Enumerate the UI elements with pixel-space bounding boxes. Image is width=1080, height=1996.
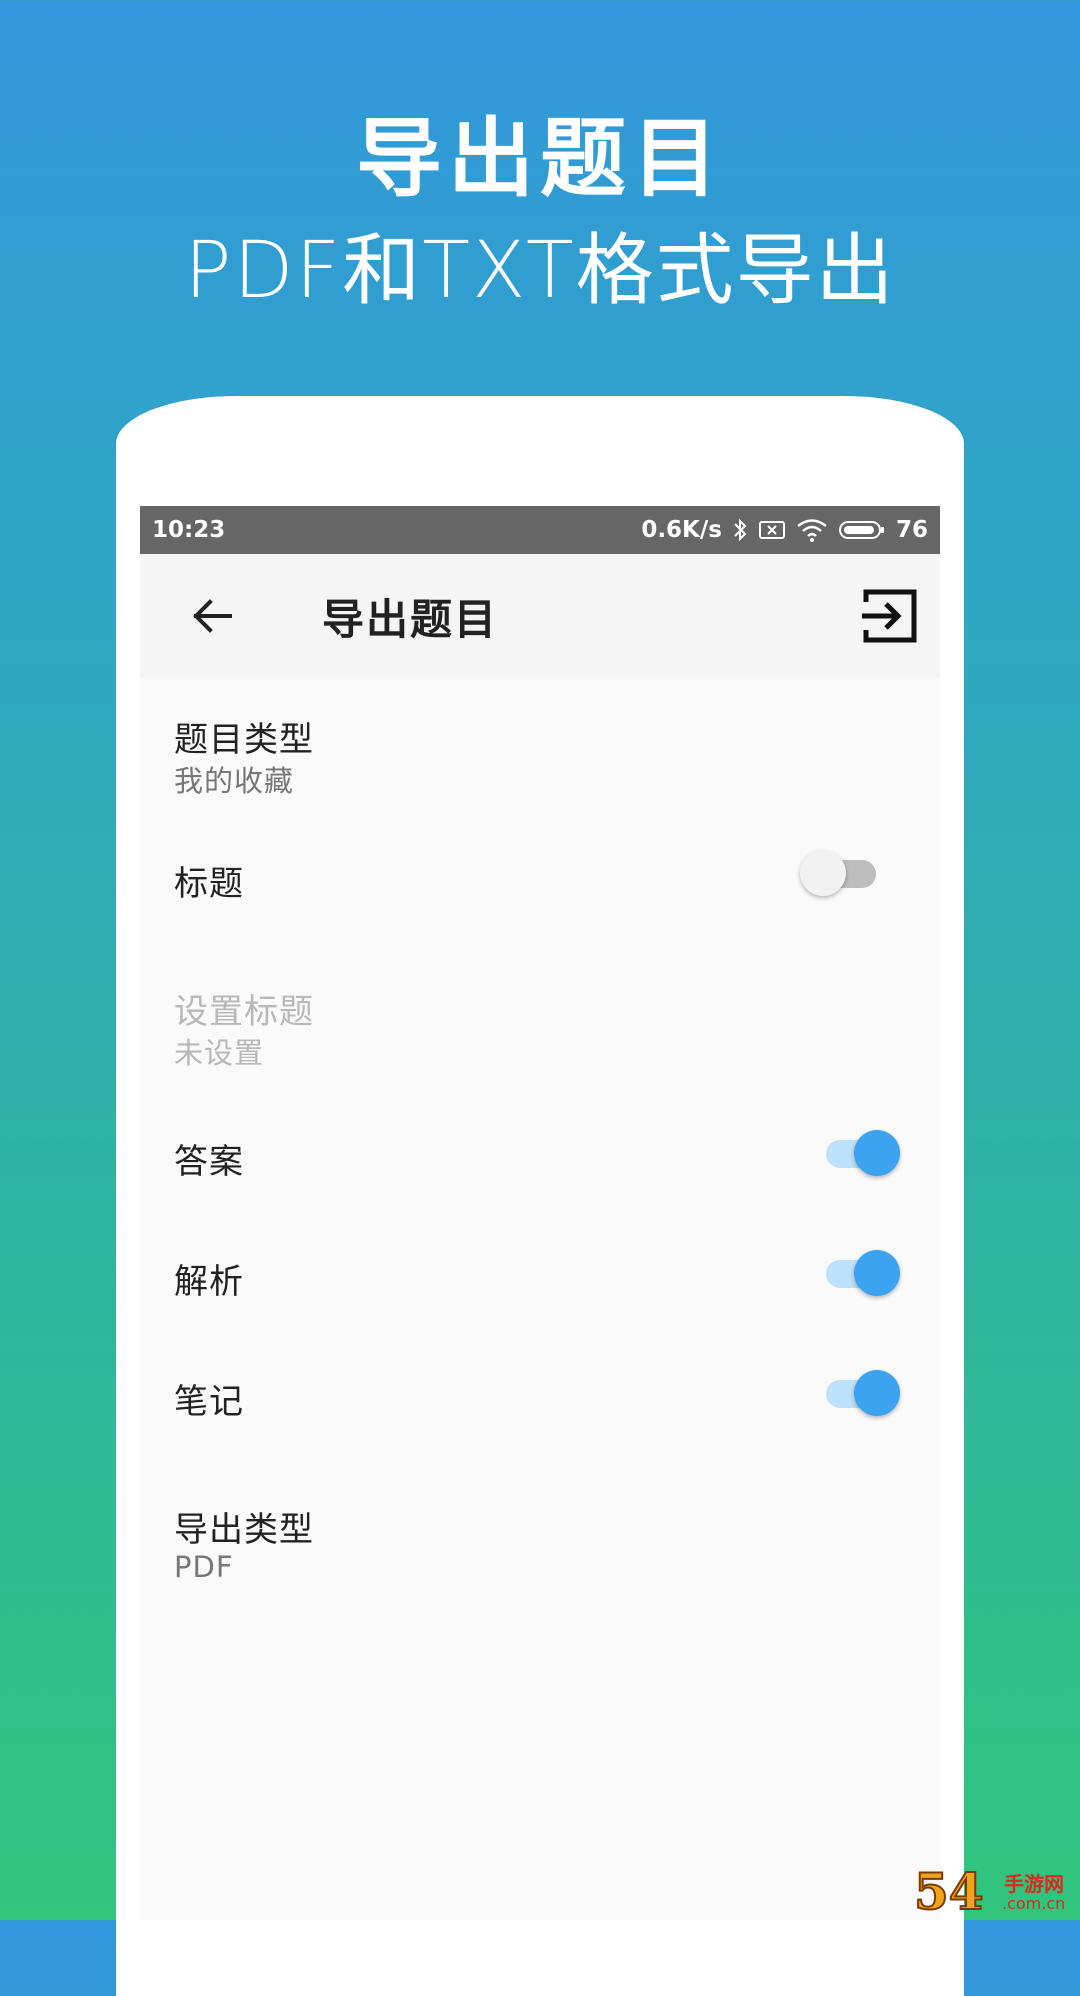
- switch-knob: [854, 1250, 900, 1296]
- set-title-value: 未设置: [174, 1036, 265, 1070]
- watermark-url: .com.cn: [1002, 1894, 1066, 1913]
- switch-knob: [800, 850, 846, 896]
- export-icon: [862, 589, 917, 643]
- title-toggle-row[interactable]: 标题: [140, 820, 940, 932]
- promo-title: 导出题目: [356, 109, 724, 209]
- back-button[interactable]: [172, 576, 252, 656]
- answer-label: 答案: [174, 1142, 244, 1182]
- question-type-row[interactable]: 题目类型 我的收藏: [140, 678, 940, 810]
- set-title-row: 设置标题 未设置: [140, 950, 940, 1080]
- battery-level: 76: [895, 517, 928, 543]
- bluetooth-icon: [732, 518, 748, 542]
- question-type-label: 题目类型: [174, 720, 314, 760]
- notes-row[interactable]: 笔记: [140, 1336, 940, 1448]
- answer-row[interactable]: 答案: [140, 1096, 940, 1208]
- watermark-number: 54: [913, 1861, 985, 1922]
- analysis-label: 解析: [174, 1262, 244, 1302]
- export-type-label: 导出类型: [174, 1510, 314, 1550]
- net-speed: 0.6K/s: [641, 517, 722, 543]
- export-type-row[interactable]: 导出类型 PDF: [140, 1470, 940, 1602]
- switch-knob: [854, 1130, 900, 1176]
- title-switch[interactable]: [800, 850, 884, 896]
- battery-icon: [838, 519, 886, 541]
- switch-knob: [854, 1370, 900, 1416]
- app-screen: 10:23 0.6K/s 76 导出题目 题目类型 我的收藏 标题 设置标题 未…: [140, 506, 940, 1920]
- status-bar: 10:23 0.6K/s 76: [140, 506, 940, 554]
- analysis-switch[interactable]: [826, 1250, 904, 1296]
- watermark-logo: 54 手游网 .com.cn: [913, 1861, 1074, 1922]
- app-bar: 导出题目: [140, 554, 940, 678]
- question-type-value: 我的收藏: [174, 764, 295, 798]
- page-title: 导出题目: [322, 594, 499, 644]
- export-type-value: PDF: [174, 1550, 234, 1584]
- wifi-icon: [796, 518, 828, 542]
- watermark-name: 手游网: [1004, 1872, 1064, 1896]
- set-title-label: 设置标题: [174, 992, 314, 1032]
- export-button[interactable]: [858, 584, 922, 648]
- status-time: 10:23: [152, 517, 226, 543]
- analysis-row[interactable]: 解析: [140, 1216, 940, 1328]
- title-toggle-label: 标题: [174, 864, 244, 904]
- notes-label: 笔记: [174, 1382, 244, 1422]
- notes-switch[interactable]: [826, 1370, 904, 1416]
- sim-icon: [758, 519, 786, 541]
- promo-subtitle: PDF和TXT格式导出: [184, 226, 896, 316]
- arrow-left-icon: [193, 599, 232, 633]
- answer-switch[interactable]: [826, 1130, 904, 1176]
